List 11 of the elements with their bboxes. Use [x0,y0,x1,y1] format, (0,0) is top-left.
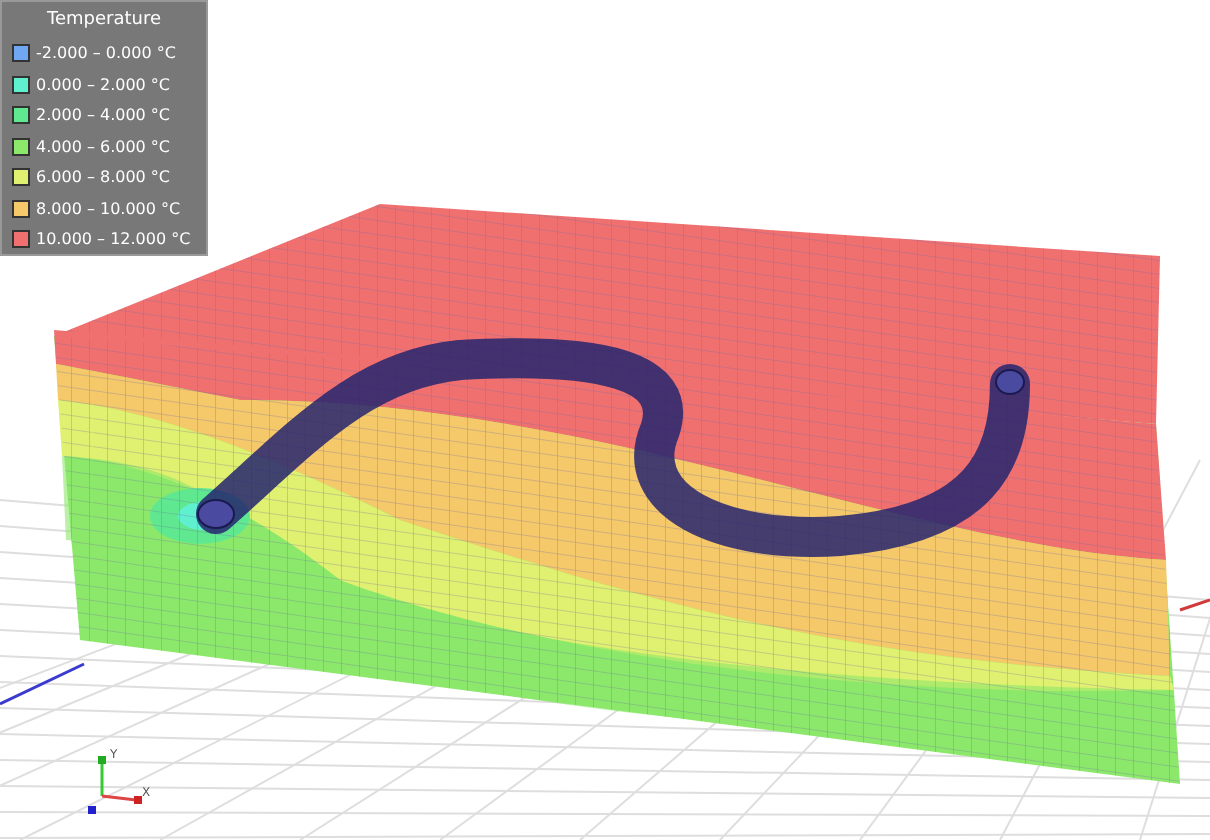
legend-label: 6.000 – 8.000 °C [36,168,171,187]
legend-label: 2.000 – 4.000 °C [36,106,171,125]
legend-label: 0.000 – 2.000 °C [36,75,171,94]
legend-label: 8.000 – 10.000 °C [36,199,181,218]
legend-label: 4.000 – 6.000 °C [36,137,171,156]
legend-label: -2.000 – 0.000 °C [36,44,176,63]
right-axis-line [1179,598,1210,612]
legend-label: 10.000 – 12.000 °C [36,230,191,249]
axis-triad-drawing [88,756,142,814]
x-axis-line [0,662,85,706]
legend-title: Temperature [44,10,163,30]
